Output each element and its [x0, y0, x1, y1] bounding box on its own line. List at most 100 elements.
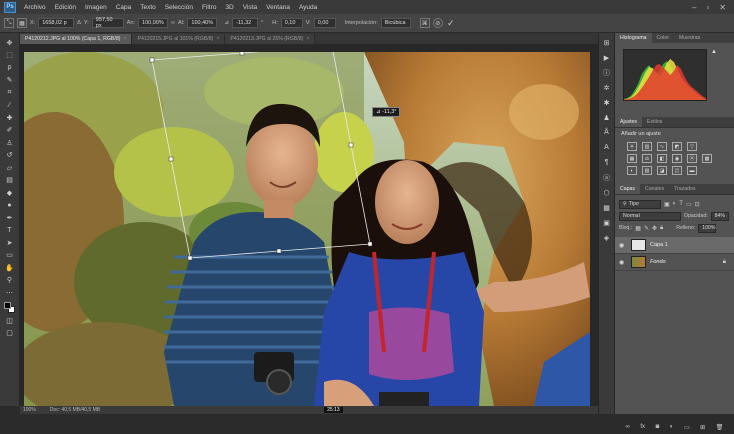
channel-mixer-icon[interactable]: ⦿	[687, 154, 697, 163]
tab-histograma[interactable]: Histograma	[615, 33, 652, 43]
marquee-tool-icon[interactable]: ⬚	[4, 50, 16, 62]
paragraph-panel-icon[interactable]: ¶	[601, 157, 612, 168]
quick-mask-icon[interactable]: ◫	[4, 315, 16, 327]
add-mask-icon[interactable]: ◙	[656, 424, 660, 431]
x-position-field[interactable]: 1658,02 p	[38, 18, 75, 28]
brush-panel-icon[interactable]: ✱	[601, 97, 612, 108]
cancel-transform-icon[interactable]: ⊘	[432, 18, 443, 28]
tab-canales[interactable]: Canales	[640, 184, 669, 194]
filter-adjust-icon[interactable]: ◐	[673, 201, 677, 207]
width-field[interactable]: 100,00%	[138, 18, 169, 28]
clone-source-icon[interactable]: ♟	[601, 112, 612, 123]
h-skew-field[interactable]: 0,10	[280, 18, 303, 28]
layer-filter-select[interactable]: ⚲ Tipo	[619, 199, 661, 209]
move-tool-icon[interactable]: ✥	[4, 37, 16, 49]
gradient-tool-icon[interactable]: ▤	[4, 175, 16, 187]
settings-gear-icon[interactable]: ✲	[601, 82, 612, 93]
brightness-icon[interactable]: ☀	[627, 142, 637, 151]
menu-filtro[interactable]: Filtro	[202, 4, 216, 11]
tab-p4120215[interactable]: P4120215.JPG al 101% (RGB/8) ×	[132, 34, 226, 44]
link-layers-icon[interactable]: ∞	[626, 424, 630, 431]
menu-archivo[interactable]: Archivo	[24, 4, 46, 11]
document-canvas[interactable]: ⊿ -11,3°	[20, 44, 598, 406]
screen-mode-icon[interactable]: ▢	[4, 328, 16, 340]
new-group-icon[interactable]: ▭	[684, 424, 690, 431]
levels-icon[interactable]: ▥	[642, 142, 652, 151]
color-balance-icon[interactable]: ⚖	[642, 154, 652, 163]
eraser-tool-icon[interactable]: ▱	[4, 162, 16, 174]
color-lookup-icon[interactable]: ◈	[601, 232, 612, 243]
curves-icon[interactable]: ∿	[657, 142, 667, 151]
play-actions-icon[interactable]: ▶	[601, 52, 612, 63]
visibility-eye-icon[interactable]: ◉	[619, 259, 627, 266]
photo-filter-icon[interactable]: ◉	[672, 154, 682, 163]
interpolation-select[interactable]: Bicúbica	[380, 18, 411, 28]
threshold-icon[interactable]: ◪	[657, 166, 667, 175]
eyedropper-tool-icon[interactable]: ⁄	[4, 100, 16, 112]
maximize-icon[interactable]: ▫	[706, 3, 709, 12]
histogram-warning-icon[interactable]: ▲	[711, 49, 717, 55]
new-layer-icon[interactable]: ⊞	[700, 424, 705, 431]
lasso-tool-icon[interactable]: ρ	[4, 62, 16, 74]
layer-style-icon[interactable]: fx	[640, 424, 645, 431]
close-tab-icon[interactable]: ×	[123, 36, 126, 42]
tab-trazados[interactable]: Trazados	[669, 184, 700, 194]
fill-field[interactable]: 100%	[698, 223, 717, 233]
menu-capa[interactable]: Capa	[116, 4, 132, 11]
hand-tool-icon[interactable]: ✋	[4, 262, 16, 274]
menu-ventana[interactable]: Ventana	[266, 4, 290, 11]
menu-imagen[interactable]: Imagen	[85, 4, 107, 11]
type-tool-icon[interactable]: T	[4, 225, 16, 237]
glyphs-panel-icon[interactable]: ⓐ	[601, 172, 612, 183]
lock-all-icon[interactable]: 🔒︎	[660, 225, 663, 232]
filter-shape-icon[interactable]: ▭	[686, 201, 692, 208]
menu-vista[interactable]: Vista	[243, 4, 257, 11]
zoom-level[interactable]: 100%	[23, 407, 36, 413]
shape-tool-icon[interactable]: ▭	[4, 250, 16, 262]
menu-3d[interactable]: 3D	[225, 4, 233, 11]
y-position-field[interactable]: 957,50 px	[91, 17, 124, 29]
opacity-field[interactable]: 84%	[710, 211, 729, 221]
quick-select-tool-icon[interactable]: ✎	[4, 75, 16, 87]
link-icon[interactable]: ∞	[171, 20, 175, 26]
zoom-tool-icon[interactable]: ⚲	[4, 275, 16, 287]
black-white-icon[interactable]: ◧	[657, 154, 667, 163]
path-select-tool-icon[interactable]: ➤	[4, 237, 16, 249]
blur-tool-icon[interactable]: ◆	[4, 187, 16, 199]
tab-p4120213[interactable]: P4120213.JPG al 25% (RGB/8) ×	[225, 34, 316, 44]
commit-transform-icon[interactable]: ✓	[446, 18, 456, 28]
v-skew-field[interactable]: 0,00	[313, 18, 336, 28]
minimize-icon[interactable]: –	[692, 3, 696, 12]
more-tools-icon[interactable]: ⋯	[4, 287, 16, 299]
reference-point-icon[interactable]: ▦	[17, 18, 27, 28]
timeline-panel-icon[interactable]: ▦	[601, 202, 612, 213]
exposure-icon[interactable]: ◩	[672, 142, 682, 151]
lock-position-icon[interactable]: ✥	[652, 225, 657, 232]
menu-edicion[interactable]: Edición	[55, 4, 76, 11]
menu-seleccion[interactable]: Selección	[165, 4, 193, 11]
tab-ajustes[interactable]: Ajustes	[615, 117, 643, 127]
history-panel-icon[interactable]: ⊞	[601, 37, 612, 48]
blend-mode-select[interactable]: Normal	[619, 211, 681, 221]
libraries-panel-icon[interactable]: ▣	[601, 217, 612, 228]
history-brush-tool-icon[interactable]: ↺	[4, 150, 16, 162]
lock-paint-icon[interactable]: ✎	[644, 225, 649, 232]
menu-ayuda[interactable]: Ayuda	[299, 4, 317, 11]
3d-panel-icon[interactable]: ⬡	[601, 187, 612, 198]
selective-color-icon[interactable]: ◫	[672, 166, 682, 175]
photo-image[interactable]: ⊿ -11,3°	[24, 52, 590, 406]
filter-type-icon[interactable]: T	[679, 201, 683, 207]
invert-icon[interactable]: ◐	[627, 166, 637, 175]
hue-saturation-icon[interactable]: ▦	[627, 154, 637, 163]
tab-capas[interactable]: Capas	[615, 184, 640, 194]
lock-pixels-icon[interactable]: ▦	[635, 225, 641, 232]
tab-muestras[interactable]: Muestras	[674, 33, 705, 43]
brush-tool-icon[interactable]: ✐	[4, 125, 16, 137]
close-tab-icon[interactable]: ×	[306, 36, 309, 42]
character-panel-icon[interactable]: A	[601, 142, 612, 153]
warp-icon[interactable]: ⌘	[419, 18, 430, 28]
healing-tool-icon[interactable]: ✚	[4, 112, 16, 124]
crop-tool-icon[interactable]: ⌗	[4, 87, 16, 99]
filter-smart-icon[interactable]: ⊡	[695, 201, 700, 208]
tab-estilos[interactable]: Estilos	[642, 117, 667, 127]
